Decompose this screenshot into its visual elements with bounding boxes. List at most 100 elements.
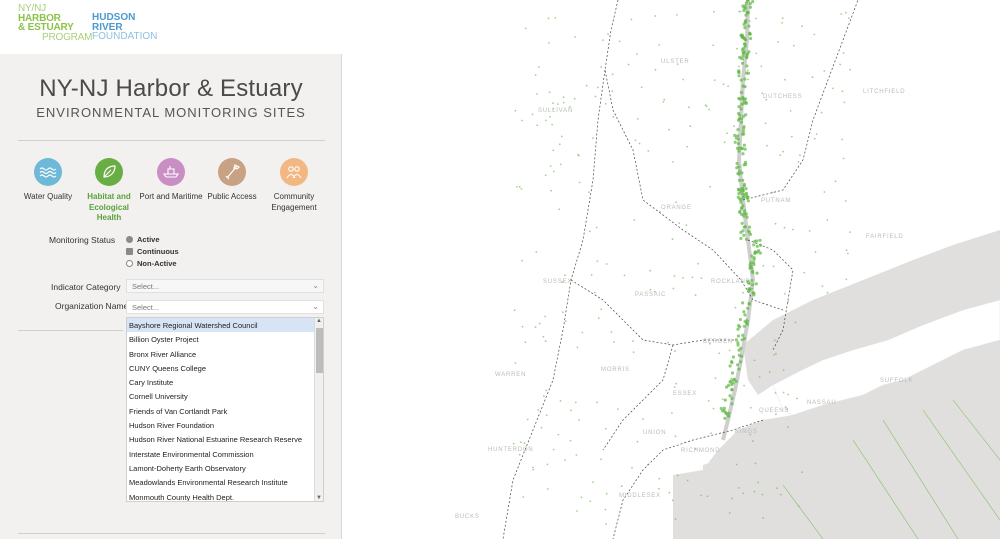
site-dot (577, 153, 579, 156)
site-dot (739, 360, 743, 364)
site-dot (600, 308, 603, 310)
site-dot (794, 321, 797, 324)
site-dot (523, 442, 526, 445)
site-dot (755, 52, 758, 55)
site-dot (790, 135, 793, 138)
theme-community-engagement[interactable]: Community Engagement (262, 158, 326, 213)
site-dot (559, 400, 562, 402)
list-item[interactable]: CUNY Queens College (127, 361, 323, 375)
site-dot (777, 41, 779, 43)
site-dot (672, 287, 675, 290)
site-dot (841, 138, 844, 141)
site-dot (747, 225, 752, 229)
site-dot (691, 276, 694, 279)
site-dot (604, 427, 607, 430)
site-dot (774, 392, 777, 394)
status-active-option[interactable]: Active (126, 235, 160, 244)
site-dot (719, 406, 723, 411)
site-dot (740, 221, 744, 225)
list-item[interactable]: Billion Oyster Project (127, 332, 323, 346)
theme-public-access[interactable]: Public Access (200, 158, 264, 203)
scroll-up-icon[interactable]: ▲ (316, 318, 322, 324)
list-item[interactable]: Interstate Environmental Commission (127, 447, 323, 461)
site-dot (786, 426, 789, 428)
site-dot (737, 165, 741, 169)
list-item[interactable]: Hudson River National Estuarine Research… (127, 432, 323, 446)
place-label: KINGS (735, 429, 758, 435)
place-label: SUFFOLK (880, 378, 913, 384)
site-dot (631, 466, 633, 469)
list-item[interactable]: Friends of Van Cortlandt Park (127, 404, 323, 418)
status-label: Continuous (137, 247, 179, 256)
site-dot (743, 147, 747, 151)
water-wave-icon (34, 158, 62, 186)
organization-name-label: Organization Name (55, 301, 129, 311)
site-dot (732, 378, 736, 382)
list-item[interactable]: Hudson River Foundation (127, 418, 323, 432)
dropdown-scrollbar[interactable]: ▲ ▼ (314, 318, 323, 501)
scroll-down-icon[interactable]: ▼ (316, 495, 322, 501)
list-item[interactable]: Bayshore Regional Watershed Council (127, 318, 323, 333)
site-dot (634, 139, 637, 142)
theme-port-maritime[interactable]: Port and Maritime (139, 158, 203, 203)
site-dot (674, 435, 677, 438)
theme-label: Water Quality (23, 192, 73, 201)
site-dot (636, 53, 638, 55)
site-dot (736, 146, 740, 150)
site-dot (751, 0, 755, 4)
site-dot (743, 42, 747, 47)
site-dot (740, 33, 744, 37)
heep-logo[interactable]: NY/NJ HARBOR & ESTUARY PROGRAM (18, 4, 92, 42)
list-item[interactable]: Cary Institute (127, 375, 323, 389)
site-dot (741, 54, 745, 58)
map-canvas[interactable]: ULSTER DUTCHESS LITCHFIELD SULLIVAN ORAN… (343, 0, 1000, 539)
site-dot (535, 251, 538, 253)
indicator-category-select[interactable]: Select... ⌄ (126, 279, 324, 293)
site-dot (742, 125, 746, 129)
hrf-logo[interactable]: HUDSON RIVER FOUNDATION (92, 13, 157, 42)
list-item[interactable]: Cornell University (127, 389, 323, 403)
site-dot (526, 418, 529, 421)
site-dot (739, 117, 741, 119)
theme-water-quality[interactable]: Water Quality (16, 158, 80, 203)
site-dot (682, 277, 684, 279)
site-dot (672, 161, 674, 163)
site-dot (744, 237, 748, 241)
site-dot (742, 291, 744, 294)
scrollbar-thumb[interactable] (316, 328, 323, 373)
site-dot (564, 320, 567, 322)
site-dot (734, 338, 738, 342)
site-dot (585, 84, 588, 87)
site-dot (742, 310, 746, 314)
site-dot (735, 463, 738, 466)
site-dot (727, 85, 729, 87)
list-item[interactable]: Lamont-Doherty Earth Observatory (127, 461, 323, 475)
site-dot (713, 79, 716, 81)
status-nonactive-option[interactable]: Non-Active (126, 259, 177, 268)
map-view[interactable]: ULSTER DUTCHESS LITCHFIELD SULLIVAN ORAN… (343, 0, 1000, 539)
organization-dropdown-list[interactable]: Bayshore Regional Watershed Council Bill… (126, 317, 324, 502)
place-label: PASSAIC (635, 292, 666, 298)
site-dot (575, 454, 578, 456)
site-dot (546, 488, 549, 490)
site-dot (735, 161, 739, 166)
site-dot (775, 352, 777, 355)
site-dot (740, 354, 744, 358)
site-dot (782, 391, 785, 394)
site-dot (780, 493, 782, 496)
list-item[interactable]: Bronx River Alliance (127, 347, 323, 361)
list-item[interactable]: Monmouth County Health Dept. (127, 490, 323, 501)
site-dot (659, 211, 661, 213)
hrf-logo-line: FOUNDATION (92, 31, 158, 42)
site-dot (705, 105, 708, 108)
site-dot (730, 402, 734, 406)
status-continuous-option[interactable]: Continuous (126, 247, 179, 256)
organization-name-select[interactable]: Select... ⌄ (126, 300, 324, 314)
site-dot (534, 74, 537, 76)
site-dot (543, 395, 545, 398)
site-dot (751, 287, 754, 290)
site-dot (731, 355, 735, 359)
list-item[interactable]: Meadowlands Environmental Research Insti… (127, 475, 323, 489)
theme-habitat[interactable]: Habitat and Ecological Health (77, 158, 141, 224)
indicator-category-label: Indicator Category ? (51, 282, 132, 292)
